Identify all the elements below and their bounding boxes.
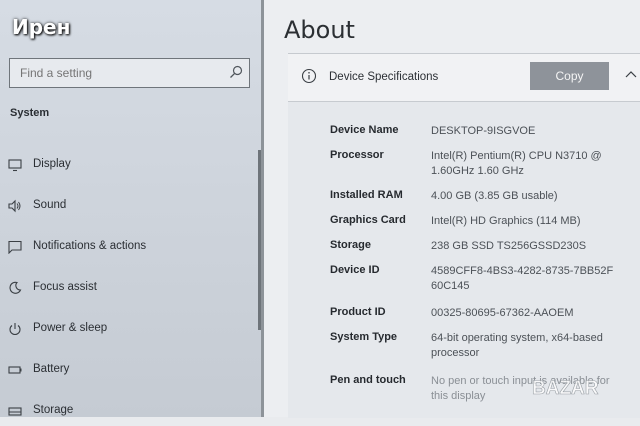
spec-label: Processor [330, 149, 384, 161]
panel-header[interactable]: Device Specifications Copy [288, 54, 640, 102]
spec-value: 4589CFF8-4BS3-4282-8735-7BB52F60C145 [431, 265, 614, 292]
spec-label: System Type [330, 331, 398, 343]
chevron-up-icon[interactable] [625, 70, 637, 78]
sidebar-item-focus-assist[interactable]: Focus assist [0, 273, 258, 303]
info-icon [301, 68, 317, 84]
spec-value: DESKTOP-9ISGVOE [431, 125, 536, 137]
spec-label: Device ID [330, 264, 380, 276]
battery-icon [8, 366, 22, 374]
spec-label: Graphics Card [330, 214, 406, 226]
sidebar-item-label: Display [33, 158, 71, 170]
sidebar-item-display[interactable]: Display [0, 150, 258, 180]
spec-label: Product ID [330, 306, 386, 318]
sidebar-item-label: Power & sleep [33, 322, 108, 334]
spec-label: Pen and touch [330, 374, 406, 386]
search-icon[interactable] [229, 65, 243, 79]
about-page: About Device Specifications Copy Device … [264, 0, 640, 418]
spec-label: Storage [330, 239, 371, 251]
search-box[interactable] [9, 58, 250, 88]
sidebar-item-label: Storage [33, 404, 74, 416]
spec-value: 238 GB SSD TS256GSSD230S [431, 240, 587, 252]
page-title: About [284, 16, 355, 44]
bazar-logo: BAZAR [532, 378, 599, 400]
sidebar-item-storage[interactable]: Storage [0, 396, 258, 426]
sidebar-item-power-sleep[interactable]: Power & sleep [0, 314, 258, 344]
search-input[interactable] [10, 59, 235, 86]
settings-sidebar: Ирен System Display Sound Notifications … [0, 0, 263, 417]
storage-icon [8, 407, 22, 416]
copy-button[interactable]: Copy [530, 62, 609, 90]
sidebar-item-label: Notifications & actions [33, 240, 147, 252]
spec-value: Intel(R) Pentium(R) CPU N3710 @ 1.60GHz … [431, 150, 602, 177]
notification-icon [8, 240, 22, 254]
sidebar-item-label: Sound [33, 199, 67, 211]
sidebar-item-battery[interactable]: Battery [0, 355, 258, 385]
spec-value: 64-bit operating system, x64-based proce… [431, 332, 603, 359]
sidebar-item-label: Focus assist [33, 281, 97, 293]
sidebar-item-notifications[interactable]: Notifications & actions [0, 232, 258, 262]
speaker-icon [8, 199, 21, 213]
user-name-overlay: Ирен [12, 15, 71, 39]
logo-text: BAZAR [532, 378, 599, 399]
spec-value: 4.00 GB (3.85 GB usable) [431, 190, 558, 202]
sidebar-item-label: Battery [33, 363, 70, 375]
moon-icon [9, 281, 22, 294]
monitor-icon [8, 159, 22, 172]
panel-title: Device Specifications [329, 71, 439, 83]
spec-value: Intel(R) HD Graphics (114 MB) [431, 215, 581, 227]
spec-label: Installed RAM [330, 189, 403, 201]
spec-value: 00325-80695-67362-AAOEM [431, 307, 574, 319]
power-icon [9, 323, 21, 336]
device-specifications-panel: Device Specifications Copy Device Name D… [288, 53, 640, 418]
section-title-system: System [10, 107, 50, 119]
sidebar-item-sound[interactable]: Sound [0, 191, 258, 221]
spec-label: Device Name [330, 124, 399, 136]
